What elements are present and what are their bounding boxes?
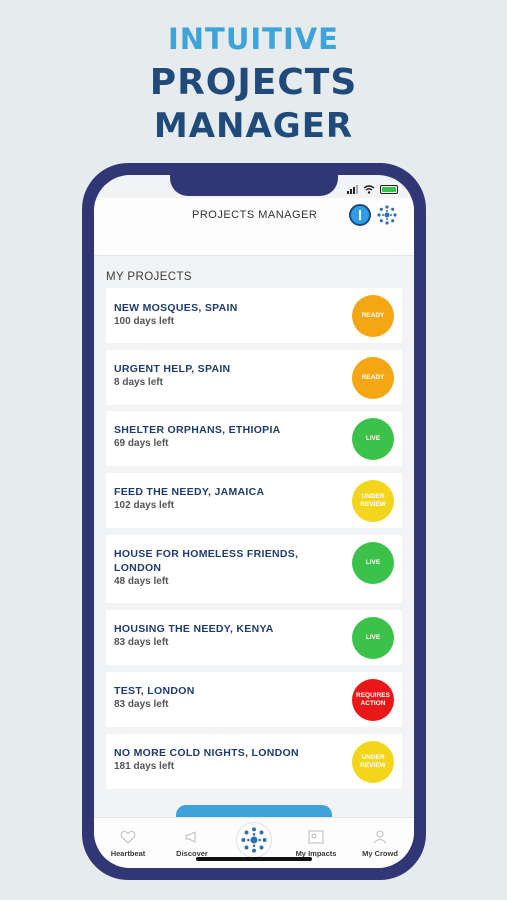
project-title: URGENT HELP, SPAIN — [114, 363, 231, 375]
project-title: FEED THE NEEDY, JAMAICA — [114, 486, 265, 498]
section-title: MY PROJECTS — [106, 271, 192, 283]
project-card[interactable]: HOUSING THE NEEDY, KENYA 83 days left LI… — [106, 610, 402, 665]
project-days-left: 83 days left — [114, 699, 169, 710]
status-badge: REQUIRES ACTION — [352, 679, 394, 721]
project-days-left: 48 days left — [114, 576, 169, 587]
image-icon — [308, 830, 324, 844]
wifi-icon — [363, 185, 375, 194]
tab-label: Heartbeat — [110, 849, 146, 858]
project-card[interactable]: URGENT HELP, SPAIN 8 days left READY — [106, 350, 402, 405]
phone-frame: PROJECTS MANAGER MY PROJECTS NEW MOSQUES… — [82, 163, 426, 880]
tab-home-logo[interactable] — [236, 822, 272, 858]
project-card[interactable]: NO MORE COLD NIGHTS, LONDON 181 days lef… — [106, 734, 402, 789]
project-days-left: 69 days left — [114, 438, 169, 449]
project-title: NEW MOSQUES, SPAIN — [114, 302, 238, 314]
people-icon — [373, 830, 387, 844]
status-badge: LIVE — [352, 542, 394, 584]
project-card[interactable]: FEED THE NEEDY, JAMAICA 102 days left UN… — [106, 473, 402, 528]
tab-heartbeat[interactable]: Heartbeat — [96, 818, 160, 868]
status-badge: READY — [352, 357, 394, 399]
phone-notch — [170, 175, 338, 196]
project-title: SHELTER ORPHANS, ETHIOPIA — [114, 424, 281, 436]
project-days-left: 8 days left — [114, 377, 163, 388]
heart-icon — [120, 831, 136, 844]
status-badge: READY — [352, 295, 394, 337]
organisation-logo-icon — [241, 827, 267, 853]
project-days-left: 100 days left — [114, 316, 175, 327]
project-days-left: 83 days left — [114, 637, 169, 648]
project-days-left: 102 days left — [114, 500, 175, 511]
status-badge: LIVE — [352, 418, 394, 460]
megaphone-icon — [185, 831, 196, 843]
status-badge: LIVE — [352, 617, 394, 659]
hero-line-3: MANAGER — [153, 106, 354, 146]
project-card[interactable]: HOUSE FOR HOMELESS FRIENDS, LONDON 48 da… — [106, 535, 402, 603]
project-card[interactable]: NEW MOSQUES, SPAIN 100 days left READY — [106, 288, 402, 343]
status-badge: UNDER REVIEW — [352, 741, 394, 783]
project-days-left: 181 days left — [114, 761, 175, 772]
project-card[interactable]: TEST, LONDON 83 days left REQUIRES ACTIO… — [106, 672, 402, 727]
project-title: HOUSING THE NEEDY, KENYA — [114, 623, 274, 635]
status-badge: UNDER REVIEW — [352, 480, 394, 522]
organisation-logo-button[interactable] — [375, 203, 399, 227]
phone-screen: PROJECTS MANAGER MY PROJECTS NEW MOSQUES… — [94, 175, 414, 868]
project-title: HOUSE FOR HOMELESS FRIENDS, LONDON — [114, 548, 299, 574]
tab-label: My Crowd — [362, 849, 398, 858]
signal-icon — [347, 185, 358, 194]
status-bar — [347, 185, 398, 194]
project-title: NO MORE COLD NIGHTS, LONDON — [114, 747, 299, 759]
page-title: PROJECTS MANAGER — [192, 209, 318, 221]
project-title: TEST, LONDON — [114, 685, 195, 697]
tab-my-crowd[interactable]: My Crowd — [348, 818, 412, 868]
info-button[interactable] — [349, 204, 371, 226]
project-card[interactable]: SHELTER ORPHANS, ETHIOPIA 69 days left L… — [106, 411, 402, 466]
hero-line-1: INTUITIVE — [167, 22, 339, 56]
home-indicator — [196, 857, 312, 861]
battery-icon — [380, 185, 398, 194]
hero-line-2: PROJECTS — [149, 62, 358, 103]
